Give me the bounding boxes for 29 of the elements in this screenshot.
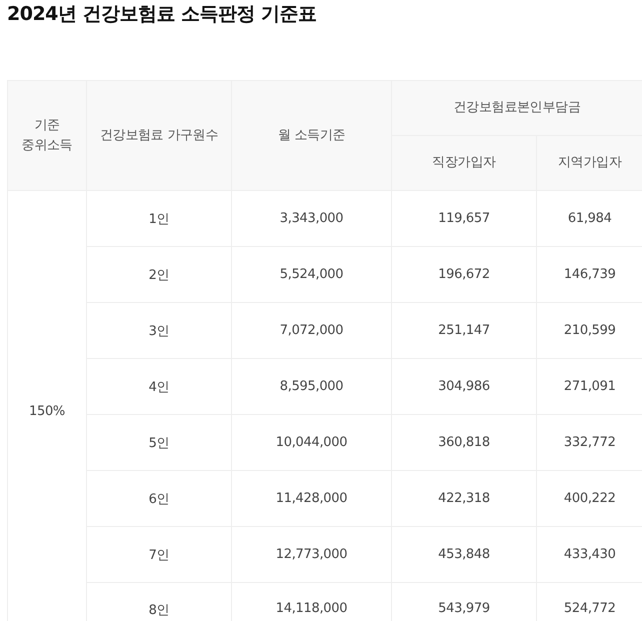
table-cell: 453,848 bbox=[392, 526, 536, 582]
table-cell: 119,657 bbox=[392, 190, 536, 246]
group-header: 건강보험료본인부담금 bbox=[392, 80, 642, 136]
column-header: 월 소득기준 bbox=[232, 80, 392, 190]
table-cell: 11,428,000 bbox=[232, 470, 392, 526]
table-cell: 10,044,000 bbox=[232, 414, 392, 470]
table-cell: 196,672 bbox=[392, 246, 536, 302]
table-cell: 251,147 bbox=[392, 302, 536, 358]
table-cell: 7인 bbox=[86, 526, 232, 582]
table-cell: 2인 bbox=[86, 246, 232, 302]
table-cell: 1인 bbox=[86, 190, 232, 246]
column-header: 건강보험료 가구원수 bbox=[86, 80, 232, 190]
table-cell: 8,595,000 bbox=[232, 358, 392, 414]
table-cell: 4인 bbox=[86, 358, 232, 414]
table-cell: 360,818 bbox=[392, 414, 536, 470]
table-cell: 3,343,000 bbox=[232, 190, 392, 246]
table-cell: 7,072,000 bbox=[232, 302, 392, 358]
table-cell: 5,524,000 bbox=[232, 246, 392, 302]
table-cell: 12,773,000 bbox=[232, 526, 392, 582]
column-header: 직장가입자 bbox=[392, 136, 536, 190]
table-cell: 6인 bbox=[86, 470, 232, 526]
table-cell: 304,986 bbox=[392, 358, 536, 414]
table-cell: 150% bbox=[8, 190, 86, 621]
table-cell: 5인 bbox=[86, 414, 232, 470]
page-title: 2024년 건강보험료 소득판정 기준표 bbox=[7, 2, 318, 27]
table-cell: 3인 bbox=[86, 302, 232, 358]
column-header: 지역가입자 bbox=[536, 136, 642, 190]
column-header: 기준 중위소득 bbox=[8, 80, 86, 190]
table-cell: 422,318 bbox=[392, 470, 536, 526]
